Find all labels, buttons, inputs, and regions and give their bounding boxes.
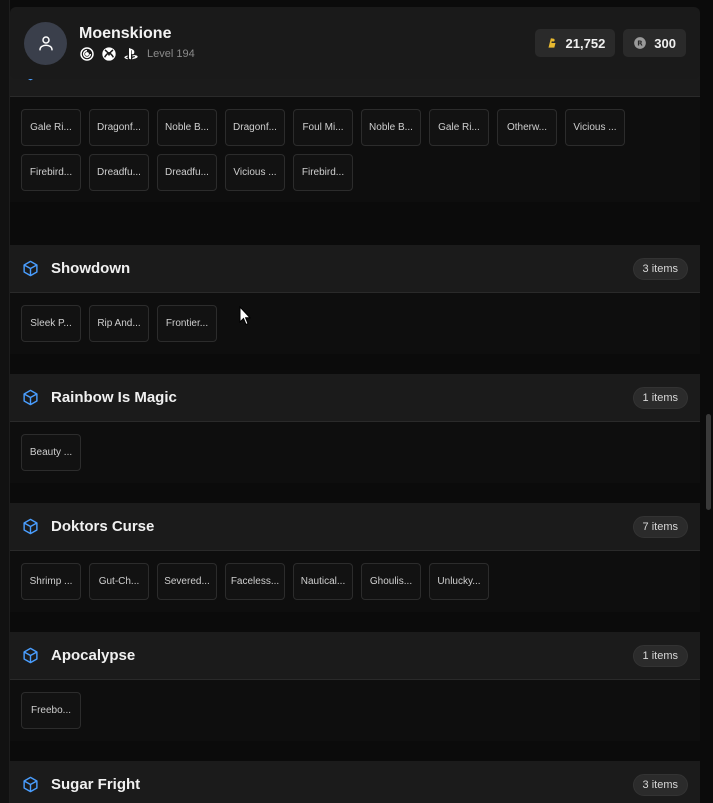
left-rail — [0, 0, 10, 803]
item-tile[interactable]: Nautical... — [293, 563, 353, 600]
collection-section: Sugar Fright 3 items — [10, 761, 700, 803]
xbox-icon — [101, 46, 117, 62]
section-title: Sugar Fright — [51, 776, 141, 793]
renown-icon — [548, 38, 556, 48]
item-count-badge: 3 items — [632, 773, 688, 796]
section-items: Beauty ... — [10, 422, 700, 483]
section-items: Gale Ri... Dragonf... Noble B... Dragonf… — [10, 97, 700, 202]
item-tile[interactable]: Vicious ... — [225, 154, 285, 191]
profile-header: Moenskione Level 194 21,752 R 300 — [10, 7, 700, 79]
currency-group: 21,752 R 300 — [534, 29, 686, 57]
user-icon — [38, 36, 53, 51]
item-tile[interactable]: Noble B... — [157, 109, 217, 146]
section-title: Rainbow Is Magic — [51, 389, 177, 406]
player-level: Level 194 — [147, 48, 195, 60]
cube-icon — [22, 518, 39, 535]
user-info: Moenskione Level 194 — [79, 24, 195, 62]
collection-section: Showdown 3 items Sleek P... Rip And... F… — [10, 245, 700, 354]
item-tile[interactable]: Firebird... — [21, 154, 81, 191]
item-count-badge: 1 items — [632, 386, 688, 409]
item-tile[interactable]: Frontier... — [157, 305, 217, 342]
cube-icon — [22, 776, 39, 793]
collection-section: Apocalypse 1 items Freebo... — [10, 632, 700, 741]
item-tile[interactable]: Unlucky... — [429, 563, 489, 600]
section-items: Sleek P... Rip And... Frontier... — [10, 293, 700, 354]
section-title: Showdown — [51, 260, 131, 277]
item-tile[interactable]: Severed... — [157, 563, 217, 600]
item-tile[interactable]: Dreadfu... — [89, 154, 149, 191]
item-tile[interactable]: Sleek P... — [21, 305, 81, 342]
collection-section: Rainbow Is Magic 1 items Beauty ... — [10, 374, 700, 483]
item-tile[interactable]: Dragonf... — [225, 109, 285, 146]
renown-balance[interactable]: 21,752 — [534, 29, 616, 57]
section-title: Doktors Curse — [51, 518, 155, 535]
section-title: Apocalypse — [51, 647, 136, 664]
playstation-icon — [123, 46, 139, 62]
item-tile[interactable]: Dragonf... — [89, 109, 149, 146]
section-items: Freebo... — [10, 680, 700, 741]
scrollbar-thumb[interactable] — [706, 414, 711, 510]
item-count-badge: 1 items — [632, 644, 688, 667]
item-tile[interactable]: Shrimp ... — [21, 563, 81, 600]
section-items: Shrimp ... Gut-Ch... Severed... Faceless… — [10, 551, 700, 612]
mouse-cursor-icon — [239, 306, 251, 326]
item-count-badge: 7 items — [632, 515, 688, 538]
cube-icon — [22, 647, 39, 664]
section-header[interactable]: Doktors Curse 7 items — [10, 503, 700, 551]
collection-section: Doktors Curse 7 items Shrimp ... Gut-Ch.… — [10, 503, 700, 612]
r6-credits-balance[interactable]: R 300 — [623, 29, 686, 57]
item-count-badge: 3 items — [632, 257, 688, 280]
item-tile[interactable]: Freebo... — [21, 692, 81, 729]
item-tile[interactable]: Gale Ri... — [429, 109, 489, 146]
item-tile[interactable]: Firebird... — [293, 154, 353, 191]
section-header[interactable]: Showdown 3 items — [10, 245, 700, 293]
cube-icon — [22, 389, 39, 406]
item-tile[interactable]: Foul Mi... — [293, 109, 353, 146]
svg-text:R: R — [638, 40, 644, 48]
app-window: Gale Ri... Dragonf... Noble B... Dragonf… — [0, 0, 713, 803]
section-header[interactable]: Rainbow Is Magic 1 items — [10, 374, 700, 422]
cube-icon — [22, 260, 39, 277]
username: Moenskione — [79, 25, 172, 42]
section-header[interactable]: Apocalypse 1 items — [10, 632, 700, 680]
item-tile[interactable]: Otherw... — [497, 109, 557, 146]
item-tile[interactable]: Rip And... — [89, 305, 149, 342]
item-tile[interactable]: Beauty ... — [21, 434, 81, 471]
avatar[interactable] — [24, 21, 67, 65]
ubisoft-icon — [79, 46, 95, 62]
r6-credits-icon: R — [634, 37, 647, 49]
platform-row: Level 194 — [79, 46, 195, 62]
item-tile[interactable]: Gut-Ch... — [89, 563, 149, 600]
item-tile[interactable]: Faceless... — [225, 563, 285, 600]
section-header[interactable]: Sugar Fright 3 items — [10, 761, 700, 803]
item-tile[interactable]: Ghoulis... — [361, 563, 421, 600]
item-tile[interactable]: Vicious ... — [565, 109, 625, 146]
item-tile[interactable]: Noble B... — [361, 109, 421, 146]
item-tile[interactable]: Dreadfu... — [157, 154, 217, 191]
item-tile[interactable]: Gale Ri... — [21, 109, 81, 146]
